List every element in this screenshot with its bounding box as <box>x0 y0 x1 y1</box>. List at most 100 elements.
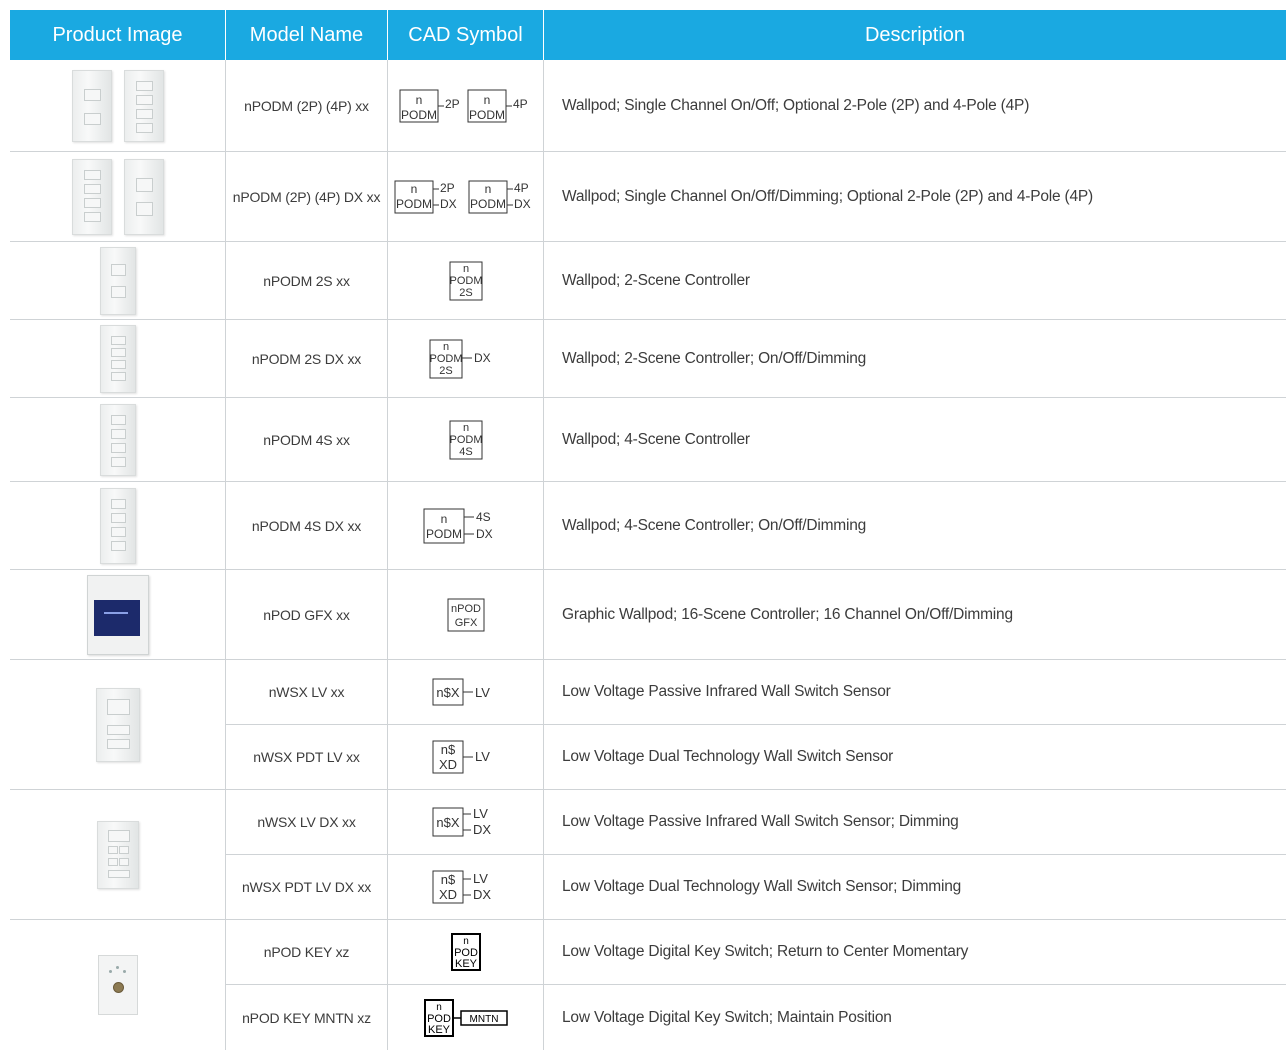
svg-text:LV: LV <box>473 871 488 886</box>
model-name: nPOD KEY xz <box>226 920 388 984</box>
cad-text: 4P <box>513 97 528 111</box>
description: Wallpod; Single Channel On/Off/Dimming; … <box>562 187 1094 205</box>
cad-symbol-graphic: n PODM 2S DX <box>429 339 491 378</box>
cad-symbol-graphic: n$X LV <box>432 678 490 706</box>
table-row: nPODM 4S DX xx n PODM 4S DX Wallpod; 4-S… <box>10 482 1286 570</box>
cad-symbol-graphic: n PODM 4S DX <box>423 508 493 543</box>
svg-text:DX: DX <box>476 527 493 541</box>
description: Wallpod; Single Channel On/Off; Optional… <box>562 96 1030 114</box>
product-image-cell <box>10 660 226 790</box>
header-cad-symbol: CAD Symbol <box>388 10 544 60</box>
model-name: nPODM (2P) (4P) xx <box>226 60 388 151</box>
svg-text:n$X: n$X <box>436 815 459 830</box>
cad-symbol-graphic: nPOD GFX <box>447 598 484 631</box>
description: Low Voltage Dual Technology Wall Switch … <box>562 878 962 895</box>
svg-text:PODM: PODM <box>449 434 482 446</box>
cad-symbol-graphic: n POD KEY <box>450 933 481 971</box>
svg-text:2S: 2S <box>439 365 452 377</box>
svg-text:DX: DX <box>440 197 457 211</box>
description: Wallpod; 4-Scene Controller <box>562 430 750 448</box>
wallpod-image <box>99 403 136 476</box>
svg-text:2S: 2S <box>459 287 472 299</box>
table-row: nPODM 4S xx n PODM 4S Wallpod; 4-Scene C… <box>10 398 1286 482</box>
cad-text: n <box>483 93 490 107</box>
svg-text:PODM: PODM <box>449 275 482 287</box>
cad-symbol-graphic: n PODM 2P DX n PODM 4P DX <box>394 180 531 213</box>
cad-symbol: n PODM 2S DX <box>388 320 544 397</box>
svg-text:4S: 4S <box>459 446 472 458</box>
description: Low Voltage Dual Technology Wall Switch … <box>562 748 894 765</box>
svg-text:DX: DX <box>514 197 531 211</box>
svg-text:n$: n$ <box>440 872 455 887</box>
cad-symbol: n PODM 2S <box>388 242 544 319</box>
product-image-cell <box>10 570 226 659</box>
svg-text:4P: 4P <box>514 181 529 195</box>
table-row: nPODM 2S xx n PODM 2S Wallpod; 2-Scene C… <box>10 242 1286 320</box>
description: Wallpod; 2-Scene Controller; On/Off/Dimm… <box>562 349 867 367</box>
cad-symbol: n PODM 2P n PODM 4P <box>388 60 544 151</box>
model-name: nPODM (2P) (4P) DX xx <box>226 152 388 241</box>
svg-text:PODM: PODM <box>426 527 462 541</box>
cad-symbol: n POD KEY MNTN <box>388 985 544 1050</box>
svg-text:n$: n$ <box>440 742 455 757</box>
svg-text:PODM: PODM <box>470 197 506 211</box>
cad-symbol-graphic: n POD KEY MNTN <box>423 998 508 1037</box>
svg-text:LV: LV <box>475 685 490 700</box>
svg-text:n: n <box>440 512 447 526</box>
svg-text:PODM: PODM <box>429 353 462 365</box>
product-image-cell <box>10 152 226 241</box>
svg-text:DX: DX <box>474 351 491 365</box>
svg-text:DX: DX <box>473 822 491 837</box>
model-name: nPODM 4S DX xx <box>226 482 388 569</box>
table-row: nPODM (2P) (4P) xx n PODM 2P n PODM 4P W… <box>10 60 1286 152</box>
cad-text: PODM <box>469 108 505 122</box>
table-header: Product Image Model Name CAD Symbol Desc… <box>10 10 1286 60</box>
svg-text:n: n <box>462 263 468 275</box>
description: Graphic Wallpod; 16-Scene Controller; 16… <box>562 605 1013 623</box>
header-product-image: Product Image <box>10 10 226 60</box>
svg-text:4S: 4S <box>476 510 491 524</box>
svg-text:n$X: n$X <box>436 685 459 700</box>
table-row: nPODM (2P) (4P) DX xx n PODM 2P DX n POD… <box>10 152 1286 242</box>
model-name: nWSX PDT LV DX xx <box>226 855 388 919</box>
cad-symbol: nPOD GFX <box>388 570 544 659</box>
cad-symbol: n POD KEY <box>388 920 544 984</box>
model-name: nWSX LV DX xx <box>226 790 388 854</box>
description: Wallpod; 2-Scene Controller <box>562 271 750 289</box>
svg-text:nPOD: nPOD <box>451 603 481 615</box>
wallpod-image <box>99 324 136 393</box>
description: Low Voltage Passive Infrared Wall Switch… <box>562 813 959 830</box>
graphic-wallpod-image <box>86 574 149 655</box>
svg-text:n: n <box>484 182 491 196</box>
svg-text:PODM: PODM <box>396 197 432 211</box>
model-name: nPODM 2S xx <box>226 242 388 319</box>
svg-text:GFX: GFX <box>454 617 477 629</box>
cad-symbol: n$ XD LV <box>388 725 544 789</box>
cad-symbol: n PODM 4S <box>388 398 544 481</box>
cad-symbol: n$ XD LV DX <box>388 855 544 919</box>
model-name: nPODM 2S DX xx <box>226 320 388 397</box>
wallpod-image <box>99 487 136 564</box>
cad-symbol-graphic: n$ XD LV <box>432 740 490 774</box>
key-switch-image <box>97 955 138 1015</box>
wallpod-image <box>71 69 112 142</box>
cad-symbol-graphic: n PODM 2P n PODM 4P <box>399 89 528 122</box>
cad-symbol-graphic: n$ XD LV DX <box>432 870 491 904</box>
svg-text:KEY: KEY <box>427 1024 450 1036</box>
description: Low Voltage Digital Key Switch; Return t… <box>562 943 969 960</box>
svg-text:KEY: KEY <box>454 958 477 970</box>
product-image-cell <box>10 60 226 151</box>
product-image-cell <box>10 320 226 397</box>
svg-text:LV: LV <box>475 749 490 764</box>
model-name: nPOD GFX xx <box>226 570 388 659</box>
svg-text:MNTN: MNTN <box>469 1014 498 1025</box>
cad-symbol: n$X LV <box>388 660 544 724</box>
svg-text:LV: LV <box>473 806 488 821</box>
cad-symbol: n PODM 2P DX n PODM 4P DX <box>388 152 544 241</box>
wallpod-image <box>123 69 164 142</box>
svg-text:n: n <box>462 422 468 434</box>
header-model-name: Model Name <box>226 10 388 60</box>
product-table: Product Image Model Name CAD Symbol Desc… <box>10 10 1286 1050</box>
svg-text:XD: XD <box>438 887 456 902</box>
table-row: nPODM 2S DX xx n PODM 2S DX Wallpod; 2-S… <box>10 320 1286 398</box>
